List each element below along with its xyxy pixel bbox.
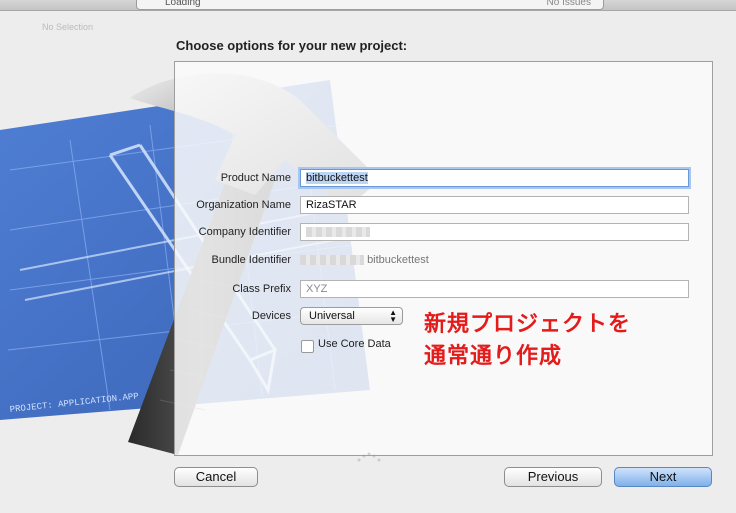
window-titlebar: Loading No Issues (0, 0, 736, 11)
organization-name-field[interactable]: RizaSTAR (300, 196, 689, 214)
updown-arrows-icon: ▲ ▼ (389, 308, 397, 324)
no-selection-label: No Selection (42, 22, 94, 32)
devices-selected: Universal (309, 310, 355, 322)
status-issues-text: No Issues (546, 0, 591, 8)
annotation-line-2: 通常通り作成 (424, 343, 563, 368)
company-identifier-label: Company Identifier (198, 226, 291, 238)
activity-status-bar: Loading No Issues (136, 0, 604, 10)
organization-name-label: Organization Name (196, 199, 291, 211)
redacted-bundle-prefix (300, 255, 364, 266)
use-core-data-checkbox[interactable] (301, 340, 314, 353)
class-prefix-field[interactable]: XYZ (300, 280, 689, 298)
previous-button[interactable]: Previous (504, 467, 602, 487)
product-name-label: Product Name (220, 172, 291, 184)
spinner-icon (357, 452, 381, 462)
next-button[interactable]: Next (614, 467, 712, 487)
product-name-value: bitbuckettest (306, 172, 368, 184)
use-core-data-label: Use Core Data (318, 338, 391, 350)
bundle-identifier-suffix: bitbuckettest (367, 254, 429, 266)
annotation-line-1: 新規プロジェクトを (424, 311, 632, 336)
status-loading-text: Loading (165, 0, 201, 8)
redacted-company-identifier (306, 227, 370, 238)
devices-label: Devices (251, 310, 291, 322)
class-prefix-label: Class Prefix (232, 283, 291, 295)
company-identifier-field[interactable] (300, 223, 689, 241)
product-name-field[interactable]: bitbuckettest (300, 169, 689, 187)
annotation-note: 新規プロジェクトを 通常通り作成 (424, 308, 631, 372)
cancel-button[interactable]: Cancel (174, 467, 258, 487)
devices-popup[interactable]: Universal ▲ ▼ (300, 307, 403, 325)
sheet-heading: Choose options for your new project: (176, 38, 408, 53)
bundle-identifier-value: bitbuckettest (300, 254, 429, 266)
bundle-identifier-label: Bundle Identifier (211, 254, 292, 266)
